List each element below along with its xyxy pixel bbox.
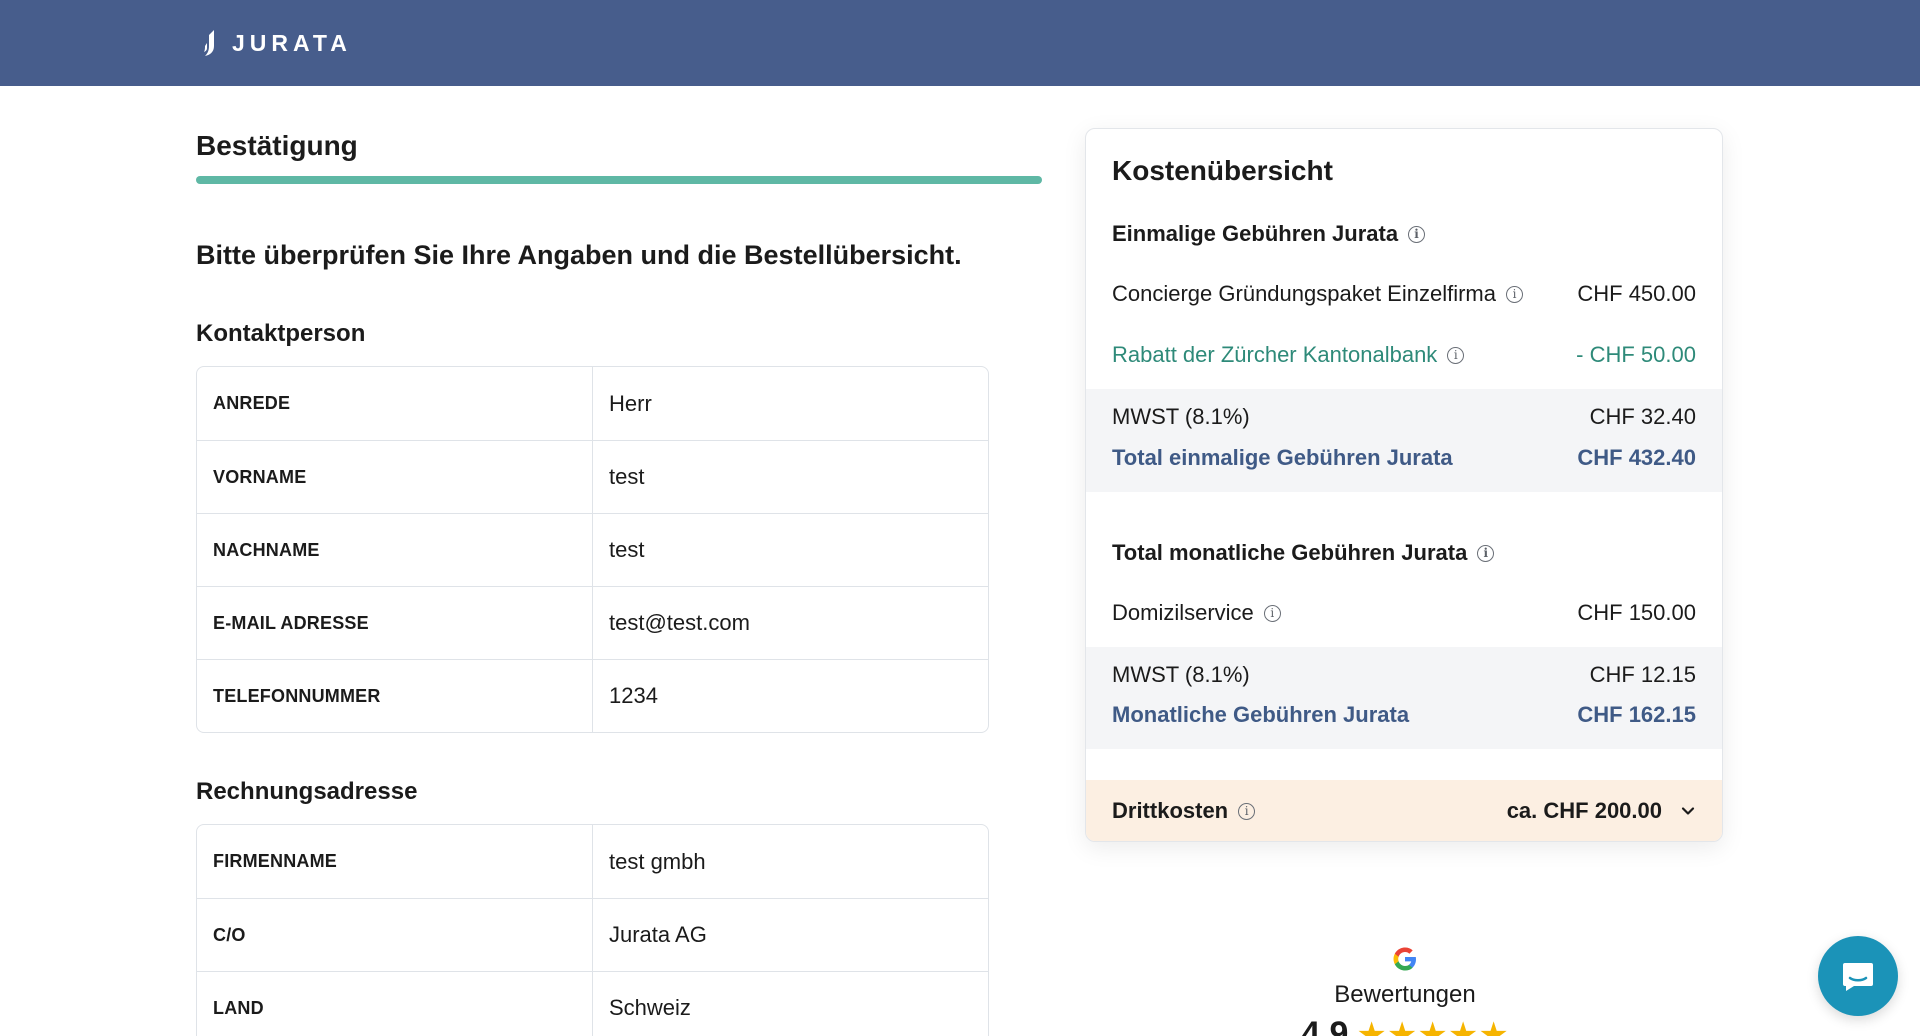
total-amount: CHF 432.40	[1577, 445, 1696, 470]
vat-amount: CHF 32.40	[1589, 404, 1696, 429]
monthly-total-line: Monatliche Gebühren Jurata CHF 162.15	[1112, 702, 1696, 728]
table-row: E-MAIL ADRESSE test@test.com	[197, 586, 988, 659]
package-line: Concierge Gründungspaket Einzelfirma i C…	[1112, 281, 1696, 307]
third-party-costs-toggle[interactable]: Drittkosten i ca. CHF 200.00	[1086, 780, 1722, 841]
billing-table: FIRMENNAME test gmbh C/O Jurata AG LAND …	[196, 824, 989, 1036]
reviews-label: Bewertungen	[1334, 981, 1476, 1008]
star-icon: ★	[1417, 1015, 1448, 1036]
info-icon[interactable]: i	[1447, 346, 1465, 364]
vat-label: MWST (8.1%)	[1112, 404, 1250, 429]
chat-bubble-icon	[1843, 963, 1873, 991]
reviews-rating: 4.9 ★ ★ ★ ★ ★	[1300, 1015, 1510, 1036]
field-label: TELEFONNUMMER	[197, 660, 593, 732]
third-party-amount: ca. CHF 200.00	[1506, 798, 1662, 823]
package-label: Concierge Gründungspaket Einzelfirma	[1112, 281, 1496, 306]
field-value: test@test.com	[609, 610, 750, 635]
contact-table: ANREDE Herr VORNAME test NACHNAME test E…	[196, 366, 989, 733]
total-label: Total einmalige Gebühren Jurata	[1112, 445, 1453, 470]
google-reviews-widget[interactable]: Bewertungen 4.9 ★ ★ ★ ★ ★	[1300, 945, 1510, 1036]
one-time-total-line: Total einmalige Gebühren Jurata CHF 432.…	[1112, 445, 1696, 471]
chevron-down-icon[interactable]	[1680, 803, 1696, 819]
info-icon[interactable]: i	[1477, 544, 1495, 562]
table-row: NACHNAME test	[197, 513, 988, 586]
table-row: VORNAME test	[197, 440, 988, 513]
jurata-logo[interactable]: JURATA	[202, 29, 352, 57]
field-label: FIRMENNAME	[197, 825, 593, 898]
info-icon[interactable]: i	[1238, 802, 1256, 820]
google-icon	[1393, 947, 1416, 971]
vat-label: MWST (8.1%)	[1112, 662, 1250, 687]
field-label: E-MAIL ADRESSE	[197, 587, 593, 659]
info-icon[interactable]: i	[1408, 225, 1426, 243]
vat-amount: CHF 12.15	[1589, 662, 1696, 687]
top-bar: JURATA	[0, 0, 1920, 86]
jurata-logo-icon	[204, 30, 214, 56]
field-value: test gmbh	[609, 848, 706, 874]
table-row: TELEFONNUMMER 1234	[197, 659, 988, 732]
billing-section-title: Rechnungsadresse	[196, 778, 418, 805]
third-party-label: Drittkosten	[1112, 798, 1229, 823]
cost-overview-card: Kostenübersicht Einmalige Gebühren Jurat…	[1085, 128, 1723, 842]
discount-amount: - CHF 50.00	[1576, 342, 1696, 367]
monthly-vat-line: MWST (8.1%) CHF 12.15	[1112, 662, 1696, 688]
discount-label: Rabatt der Zürcher Kantonalbank	[1112, 342, 1438, 367]
info-icon[interactable]: i	[1505, 285, 1523, 303]
table-row: C/O Jurata AG	[197, 898, 988, 971]
total-label: Monatliche Gebühren Jurata	[1112, 702, 1410, 727]
field-value: test	[609, 537, 645, 562]
intro-text: Bitte überprüfen Sie Ihre Angaben und di…	[196, 240, 962, 270]
domicile-label: Domizilservice	[1112, 600, 1254, 625]
domicile-line: Domizilservice i CHF 150.00	[1112, 600, 1696, 626]
field-label: LAND	[197, 972, 593, 1036]
field-value: Herr	[609, 390, 652, 416]
star-icon: ★	[1478, 1015, 1509, 1036]
field-label: NACHNAME	[197, 514, 593, 586]
contact-section-title: Kontaktperson	[196, 320, 366, 347]
reviews-score: 4.9	[1301, 1015, 1349, 1036]
table-row: LAND Schweiz	[197, 971, 988, 1036]
page-title: Bestätigung	[196, 130, 358, 161]
star-icon: ★	[1447, 1015, 1479, 1036]
field-label: C/O	[197, 899, 593, 971]
discount-line: Rabatt der Zürcher Kantonalbank i - CHF …	[1112, 342, 1696, 368]
package-amount: CHF 450.00	[1577, 281, 1696, 306]
brand-name: JURATA	[232, 29, 352, 56]
field-value: 1234	[609, 683, 658, 708]
one-time-fees-title: Einmalige Gebühren Jurata i	[1112, 221, 1426, 247]
progress-bar	[196, 176, 1042, 184]
field-label: ANREDE	[197, 367, 593, 440]
star-icon: ★	[1386, 1015, 1418, 1036]
star-icon: ★	[1356, 1015, 1387, 1036]
table-row: FIRMENNAME test gmbh	[197, 825, 988, 898]
one-time-fees-label: Einmalige Gebühren Jurata	[1112, 221, 1399, 246]
monthly-fees-title: Total monatliche Gebühren Jurata i	[1112, 540, 1495, 566]
field-value: Schweiz	[609, 995, 691, 1020]
field-value: Jurata AG	[609, 922, 707, 947]
info-icon[interactable]: i	[1263, 604, 1281, 622]
one-time-vat-line: MWST (8.1%) CHF 32.40	[1112, 404, 1696, 430]
cost-overview-title: Kostenübersicht	[1112, 155, 1333, 186]
domicile-amount: CHF 150.00	[1577, 600, 1696, 625]
monthly-fees-label: Total monatliche Gebühren Jurata	[1112, 540, 1468, 565]
field-value: test	[609, 464, 645, 489]
chat-launcher-button[interactable]	[1818, 936, 1898, 1016]
table-row: ANREDE Herr	[197, 367, 988, 440]
field-label: VORNAME	[197, 441, 593, 513]
total-amount: CHF 162.15	[1577, 702, 1696, 727]
